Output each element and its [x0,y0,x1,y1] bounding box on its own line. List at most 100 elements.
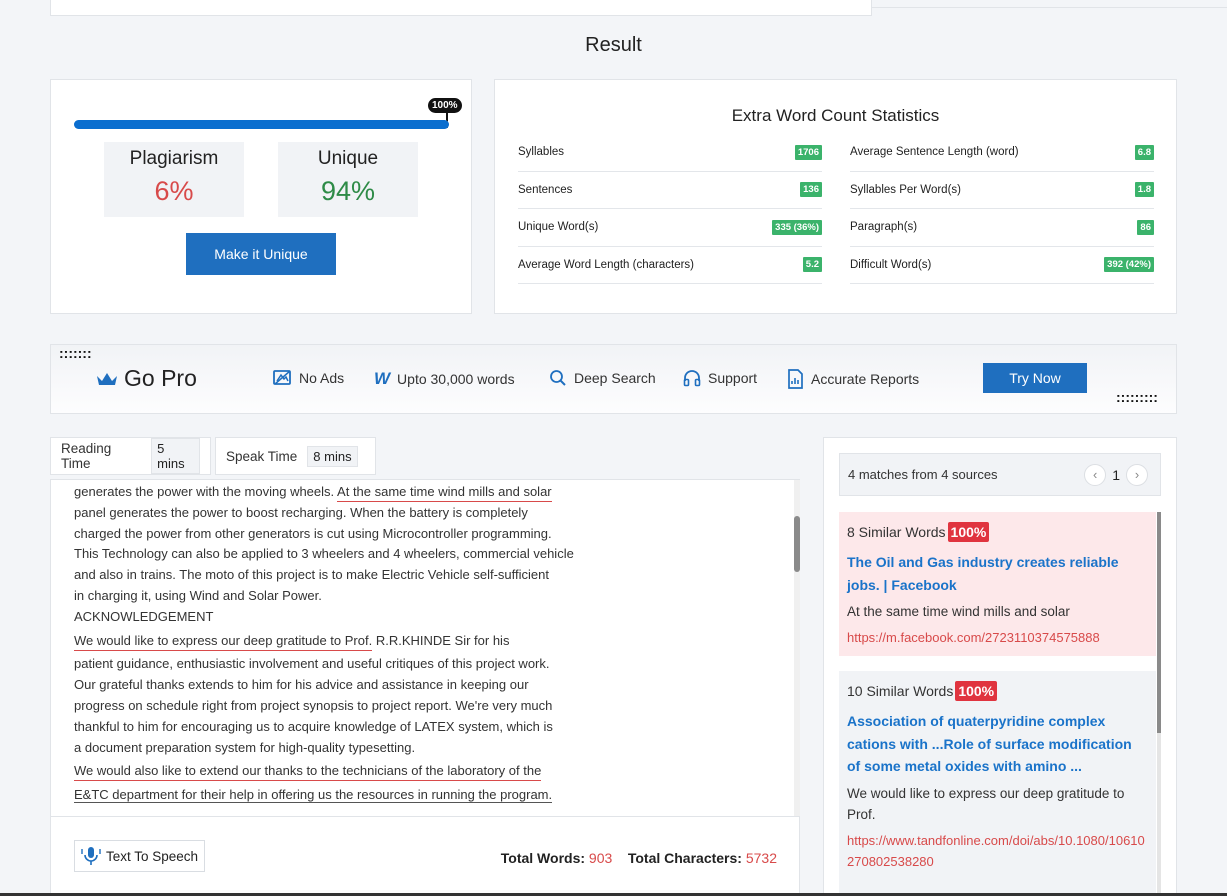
source-url-link[interactable]: https://www.tandfonline.com/doi/abs/10.1… [847,830,1148,872]
text-line: progress on schedule right from project … [74,697,553,713]
text-line: panel generates the power to boost recha… [74,504,528,520]
total-words-label: Total Words: [500,850,586,866]
total-characters-value: 5732 [745,850,777,866]
word-count-stats-card: Extra Word Count Statistics Syllables 170… [494,79,1177,314]
sources-scrollbar-thumb[interactable] [1157,512,1161,733]
no-ads-icon [273,370,291,385]
chevron-left-icon[interactable]: ‹ [1084,463,1107,486]
matched-text-highlight[interactable]: We would also like to extend our thanks … [74,763,542,782]
text-line: E&TC department for their help in offeri… [74,785,594,806]
plagiarism-label: Plagiarism [129,148,219,169]
total-characters-label: Total Characters: [627,850,742,866]
checked-text[interactable]: generates the power with the moving whee… [74,482,594,806]
sources-scrollbar[interactable] [1157,512,1161,896]
reading-time-label: Reading Time [61,441,112,471]
feature-support: Support [683,369,757,387]
stat-value: 136 [800,182,822,198]
text-scrollbar-thumb[interactable] [794,516,800,572]
unique-label: Unique [317,148,379,169]
go-pro-label: Go Pro [124,365,197,391]
stat-value: 86 [1137,219,1154,235]
matched-text-highlight[interactable]: E&TC department for their help in offeri… [74,787,553,804]
text-line: We would like to express our deep gratit… [74,631,594,652]
source-item[interactable]: 10 Similar Words 100% Association of qua… [839,671,1156,896]
stat-label: Difficult Word(s) [850,258,932,271]
stat-value: 392 (42%) [1104,257,1154,273]
total-words-value: 903 [588,850,613,866]
text-panel: generates the power with the moving whee… [50,479,800,896]
search-icon [550,370,566,386]
stat-value: 1.8 [1134,182,1154,198]
plagiarism-box: Plagiarism 6% [104,142,244,217]
text-line: and also in trains. The moto of this pro… [74,567,549,583]
stat-row: Difficult Word(s) 392 (42%) [850,247,1154,284]
stat-value: 1706 [794,144,822,160]
similar-words: 8 Similar Words 100% [847,522,1148,542]
text-line: charged the power from other generators … [74,525,552,541]
text-segment: R.R.KHINDE Sir for his [372,632,510,648]
stat-label: Unique Word(s) [518,221,599,234]
plagiarism-value: 6% [154,176,194,206]
decorative-dots: ::::::: [59,345,92,361]
text-line: generates the power with the moving whee… [74,482,594,503]
stat-label: Sentences [518,183,573,196]
stat-label: Paragraph(s) [850,221,918,234]
speak-time-value: 8 mins [307,445,358,467]
stat-row: Average Word Length (characters) 5.2 [518,247,822,284]
text-to-speech-label: Text To Speech [106,848,199,864]
feature-label: Accurate Reports [811,371,920,387]
feature-deep-search: Deep Search [549,369,656,387]
stat-label: Average Sentence Length (word) [850,146,1019,159]
match-percent-badge: 100% [955,681,998,701]
stat-row: Sentences 136 [518,172,822,209]
score-card: 100% Plagiarism 6% Unique 94% Make it Un… [50,79,472,314]
source-title-link[interactable]: Association of quaterpyridine complex ca… [847,710,1148,778]
text-line: Our grateful thanks extends to him for h… [74,677,529,693]
similar-words-label: 8 Similar Words [847,524,946,540]
make-unique-button[interactable]: Make it Unique [186,233,336,275]
stat-value: 335 (36%) [772,219,822,235]
stat-label: Average Word Length (characters) [518,258,694,271]
reading-time-value: 5 mins [151,438,200,474]
stat-row: Syllables Per Word(s) 1.8 [850,172,1154,209]
feature-label: Support [708,370,758,386]
text-line: ACKNOWLEDGEMENT [74,608,214,624]
go-pro-title: Go Pro [96,365,197,392]
go-pro-banner: ::::::: ::::::::: Go Pro No Ads W Upto 3… [50,344,1177,414]
sources-pager: ‹ 1 › [1084,463,1148,486]
feature-word-limit: W Upto 30,000 words [374,369,515,389]
previous-panel-bottom [50,0,872,16]
decorative-dots: ::::::::: [1116,389,1158,405]
source-snippet: We would like to express our deep gratit… [847,785,1125,822]
similar-words-label: 10 Similar Words [847,683,954,699]
report-icon [788,369,803,389]
word-icon: W [374,369,391,388]
stat-row: Syllables 1706 [518,134,822,172]
text-segment: generates the power with the moving whee… [74,484,338,499]
stats-title: Extra Word Count Statistics [731,106,940,125]
similar-words: 10 Similar Words 100% [847,681,1148,701]
sources-summary: 4 matches from 4 sources [848,467,998,482]
feature-label: Upto 30,000 words [397,371,515,387]
matched-text-highlight[interactable]: At the same time wind mills and solar [337,484,552,502]
stats-column-left: Syllables 1706 Sentences 136 Unique Word(s… [518,134,822,284]
reading-time: Reading Time 5 mins [50,437,211,475]
matched-text-highlight[interactable]: We would like to express our deep gratit… [74,632,373,651]
feature-no-ads: No Ads [273,369,344,386]
source-item[interactable]: 8 Similar Words 100% The Oil and Gas ind… [839,512,1156,656]
try-now-button[interactable]: Try Now [983,363,1087,393]
stats-column-right: Average Sentence Length (word) 6.8 Syllab… [850,134,1154,284]
unique-box: Unique 94% [278,142,418,217]
source-url-link[interactable]: https://m.facebook.com/2723110374575888 [847,627,1148,648]
sources-header: 4 matches from 4 sources ‹ 1 › [839,453,1161,496]
text-line: We would also like to extend our thanks … [74,761,594,782]
text-line: in charging it, using Wind and Solar Pow… [74,587,322,603]
feature-label: Deep Search [574,370,656,386]
text-line: thankful to him for encouraging us to ac… [74,718,553,734]
chevron-right-icon[interactable]: › [1126,463,1148,486]
stat-row: Average Sentence Length (word) 6.8 [850,134,1154,172]
text-scrollbar[interactable] [794,480,800,816]
text-to-speech-button[interactable]: Text To Speech [74,840,206,872]
source-title-link[interactable]: The Oil and Gas industry creates reliabl… [847,551,1148,596]
text-panel-footer: Text To Speech Total Words: 903 Total Ch… [51,816,800,896]
